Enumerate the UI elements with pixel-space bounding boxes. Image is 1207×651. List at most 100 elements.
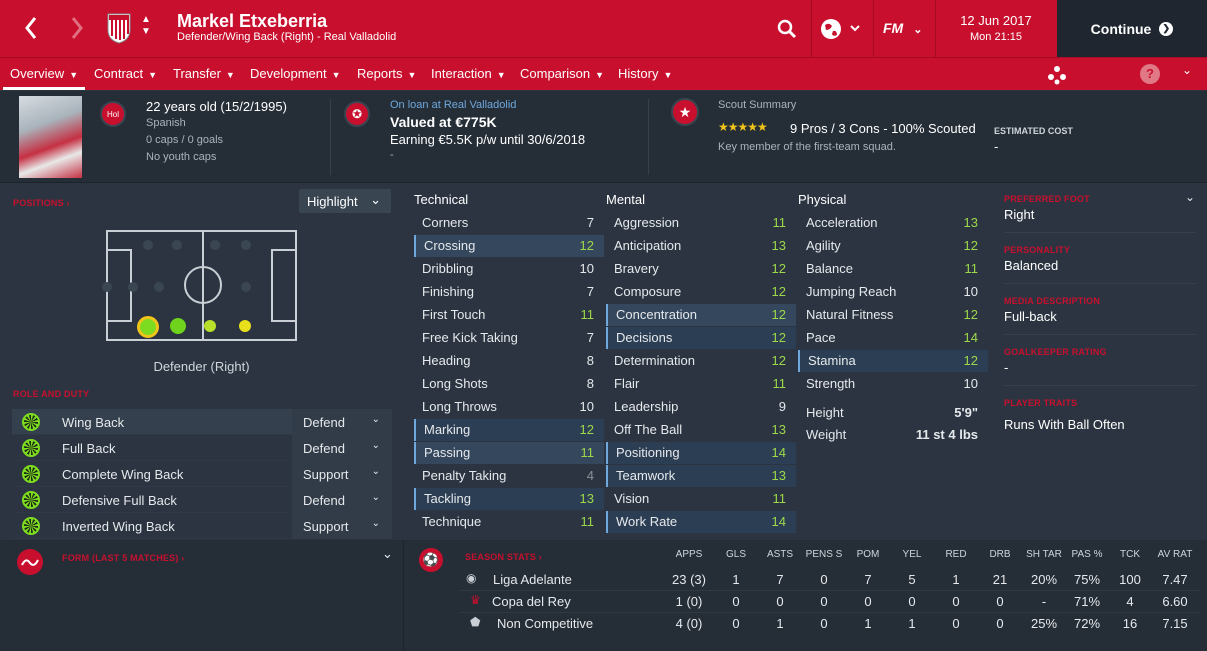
back-arrow-icon[interactable] bbox=[24, 16, 38, 40]
tab-history[interactable]: History ▼ bbox=[618, 58, 672, 90]
attribute-row[interactable]: Agility 12 bbox=[798, 235, 988, 257]
attribute-row[interactable]: Composure 12 bbox=[606, 281, 796, 303]
attribute-row[interactable]: Free Kick Taking 7 bbox=[414, 327, 604, 349]
attribute-row[interactable]: Natural Fitness 12 bbox=[798, 304, 988, 326]
attribute-row[interactable]: Leadership 9 bbox=[606, 396, 796, 418]
attribute-row[interactable]: Stamina 12 bbox=[798, 350, 988, 372]
attribute-row[interactable]: Passing 11 bbox=[414, 442, 604, 464]
attribute-row[interactable]: First Touch 11 bbox=[414, 304, 604, 326]
tab-contract[interactable]: Contract ▼ bbox=[94, 58, 157, 90]
chevron-down-icon[interactable]: ⌄ bbox=[1185, 190, 1195, 204]
stats-column-header[interactable]: GLS bbox=[712, 549, 760, 560]
attribute-row[interactable]: Decisions 12 bbox=[606, 327, 796, 349]
attribute-row[interactable]: Flair 11 bbox=[606, 373, 796, 395]
tab-interaction[interactable]: Interaction ▼ bbox=[431, 58, 506, 90]
role-name: Full Back bbox=[62, 441, 116, 456]
attribute-row[interactable]: Vision 11 bbox=[606, 488, 796, 510]
attribute-row[interactable]: Anticipation 13 bbox=[606, 235, 796, 257]
stats-column-header[interactable]: APPS bbox=[665, 549, 713, 560]
attribute-name: Corners bbox=[422, 215, 469, 230]
stats-column-header[interactable]: PAS % bbox=[1063, 549, 1111, 560]
attribute-row[interactable]: Pace 14 bbox=[798, 327, 988, 349]
attribute-row[interactable]: Crossing 12 bbox=[414, 235, 604, 257]
stats-column-header[interactable]: RED bbox=[932, 549, 980, 560]
season-stats-label: SEASON STATS bbox=[465, 552, 537, 562]
attribute-row[interactable]: Penalty Taking 4 bbox=[414, 465, 604, 487]
positions-link[interactable]: POSITIONS › bbox=[13, 198, 70, 208]
attribute-row[interactable]: Finishing 7 bbox=[414, 281, 604, 303]
stats-column-header[interactable]: DRB bbox=[976, 549, 1024, 560]
attribute-row[interactable]: Balance 11 bbox=[798, 258, 988, 280]
continue-button[interactable]: Continue ❯ bbox=[1057, 0, 1207, 57]
attribute-row[interactable]: Work Rate 14 bbox=[606, 511, 796, 533]
attribute-row[interactable]: Corners 7 bbox=[414, 212, 604, 234]
attribute-row[interactable]: Off The Ball 13 bbox=[606, 419, 796, 441]
loan-club-icon[interactable]: ✪ bbox=[344, 101, 370, 127]
season-stats-link[interactable]: SEASON STATS › bbox=[465, 552, 542, 562]
loan-link[interactable]: On loan at Real Valladolid bbox=[390, 99, 516, 111]
attribute-row[interactable]: Bravery 12 bbox=[606, 258, 796, 280]
role-row[interactable]: Full Back Defend ⌄ bbox=[12, 435, 392, 461]
media-description-label: MEDIA DESCRIPTION bbox=[1004, 296, 1101, 306]
role-row[interactable]: Wing Back Defend ⌄ bbox=[12, 409, 392, 435]
globe-icon[interactable] bbox=[820, 18, 862, 40]
competition-name[interactable]: Non Competitive bbox=[497, 616, 593, 631]
stats-column-header[interactable]: AV RAT bbox=[1151, 549, 1199, 560]
people-network-icon[interactable] bbox=[1047, 65, 1067, 85]
search-icon[interactable] bbox=[777, 18, 797, 40]
attribute-name: Dribbling bbox=[422, 261, 474, 276]
attribute-row[interactable]: Heading 8 bbox=[414, 350, 604, 372]
attribute-row[interactable]: Teamwork 13 bbox=[606, 465, 796, 487]
duty-dropdown[interactable]: Defend ⌄ bbox=[292, 487, 392, 513]
stats-column-header[interactable]: ASTS bbox=[756, 549, 804, 560]
stats-column-header[interactable]: SH TAR bbox=[1020, 549, 1068, 560]
stats-column-header[interactable]: YEL bbox=[888, 549, 936, 560]
chevron-down-icon[interactable]: ⌄ bbox=[1182, 63, 1192, 77]
attribute-row[interactable]: Technique 11 bbox=[414, 511, 604, 533]
attribute-row[interactable]: Dribbling 10 bbox=[414, 258, 604, 280]
competition-name[interactable]: Liga Adelante bbox=[493, 572, 572, 587]
attribute-value: 13 bbox=[771, 422, 786, 437]
attribute-row[interactable]: Concentration 12 bbox=[606, 304, 796, 326]
tab-comparison[interactable]: Comparison ▼ bbox=[520, 58, 604, 90]
game-date[interactable]: 12 Jun 2017 Mon 21:15 bbox=[941, 13, 1051, 43]
tab-overview[interactable]: Overview ▼ bbox=[3, 58, 86, 90]
competition-name[interactable]: Copa del Rey bbox=[492, 594, 571, 609]
divider bbox=[873, 0, 874, 57]
player-switch-icon[interactable]: ▲ ▼ bbox=[140, 14, 152, 38]
attribute-name: Aggression bbox=[614, 215, 680, 230]
form-link[interactable]: FORM (LAST 5 MATCHES) › bbox=[62, 553, 184, 563]
highlight-dropdown[interactable]: Highlight ⌄ bbox=[299, 189, 391, 213]
nation-badge[interactable]: Hol bbox=[100, 101, 126, 127]
duty-dropdown[interactable]: Defend ⌄ bbox=[292, 409, 392, 435]
role-row[interactable]: Complete Wing Back Support ⌄ bbox=[12, 461, 392, 487]
attribute-value: 10 bbox=[963, 284, 978, 299]
attribute-row[interactable]: Acceleration 13 bbox=[798, 212, 988, 234]
duty-dropdown[interactable]: Defend ⌄ bbox=[292, 435, 392, 461]
chevron-down-icon[interactable]: ⌄ bbox=[382, 546, 393, 562]
stats-column-header[interactable]: POM bbox=[844, 549, 892, 560]
help-icon[interactable]: ? bbox=[1140, 64, 1160, 84]
duty-dropdown[interactable]: Support ⌄ bbox=[292, 513, 392, 539]
attribute-row[interactable]: Positioning 14 bbox=[606, 442, 796, 464]
attribute-row[interactable]: Strength 10 bbox=[798, 373, 988, 395]
attribute-row[interactable]: Tackling 13 bbox=[414, 488, 604, 510]
role-row[interactable]: Defensive Full Back Defend ⌄ bbox=[12, 487, 392, 513]
attribute-row[interactable]: Marking 12 bbox=[414, 419, 604, 441]
duty-dropdown[interactable]: Support ⌄ bbox=[292, 461, 392, 487]
attribute-row[interactable]: Aggression 11 bbox=[606, 212, 796, 234]
stats-column-header[interactable]: PENS S bbox=[800, 549, 848, 560]
tab-transfer[interactable]: Transfer ▼ bbox=[173, 58, 235, 90]
attribute-row[interactable]: Determination 12 bbox=[606, 350, 796, 372]
forward-arrow-icon[interactable] bbox=[70, 16, 84, 40]
divider bbox=[811, 0, 812, 57]
club-crest-icon[interactable] bbox=[106, 12, 132, 44]
role-row[interactable]: Inverted Wing Back Support ⌄ bbox=[12, 513, 392, 539]
attribute-row[interactable]: Long Throws 10 bbox=[414, 396, 604, 418]
stats-column-header[interactable]: TCK bbox=[1106, 549, 1154, 560]
fm-menu[interactable]: FM ⌄ bbox=[883, 20, 922, 36]
attribute-row[interactable]: Jumping Reach 10 bbox=[798, 281, 988, 303]
attribute-row[interactable]: Long Shots 8 bbox=[414, 373, 604, 395]
tab-reports[interactable]: Reports ▼ bbox=[357, 58, 416, 90]
tab-development[interactable]: Development ▼ bbox=[250, 58, 341, 90]
